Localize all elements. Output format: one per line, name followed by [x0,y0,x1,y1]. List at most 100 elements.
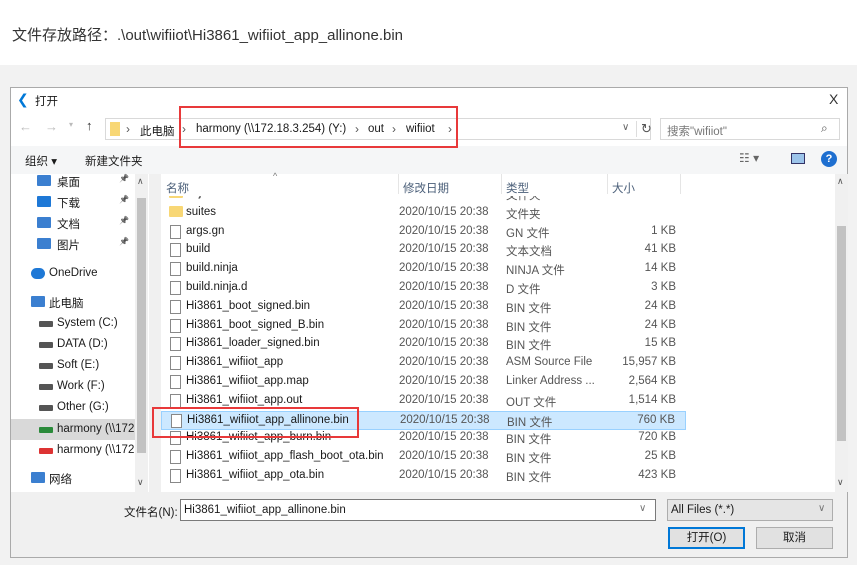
file-row[interactable]: Hi3861_loader_signed.bin 2020/10/15 20:38… [161,335,686,354]
sidebar-item-label: harmony (\\172 [57,444,135,456]
column-name[interactable]: 名称 [166,180,189,196]
sort-ascending-icon: ^ [273,171,278,181]
folder-icon [169,196,183,198]
refresh-icon[interactable]: ↻ [636,121,652,137]
file-row[interactable]: Hi3861_boot_signed.bin 2020/10/15 20:38 BI… [161,298,686,317]
filename-input[interactable]: Hi3861_wifiiot_app_allinone.bin ∨ [180,499,656,521]
column-date[interactable]: 修改日期 [398,174,449,195]
preview-pane-icon[interactable] [791,153,805,164]
file-size: 25 KB [644,450,676,463]
sidebar-item[interactable]: DATA (D:) [11,334,135,355]
sidebar-item[interactable]: 桌面 📌 [11,170,135,191]
scroll-up-icon[interactable]: ∧ [137,176,144,187]
file-name: Hi3861_wifiiot_app [186,356,284,369]
chevron-down-icon[interactable]: ∨ [639,503,646,514]
scroll-down-icon[interactable]: ∨ [837,477,844,488]
view-options-icon[interactable]: ☷ ▾ [739,151,759,165]
sidebar-item[interactable]: OneDrive [11,263,135,284]
sidebar-item[interactable]: 文档 📌 [11,212,135,233]
sidebar-item-label: 文档 [57,219,80,231]
file-date: 2020/10/15 20:38 [399,431,489,444]
file-row[interactable]: Hi3861_wifiiot_app_ota.bin 2020/10/15 20:… [161,467,686,486]
file-name: obj [186,196,201,199]
close-icon[interactable]: X [829,91,838,107]
file-row[interactable]: build.ninja.d 2020/10/15 20:38 D 文件 3 KB [161,279,686,298]
file-icon [170,393,181,408]
file-type: BIN 文件 [506,472,552,484]
network-drive-icon [39,427,53,433]
sidebar-item[interactable]: Work (F:) [11,376,135,397]
breadcrumb-this-pc[interactable]: 此电脑 [140,123,175,139]
organize-button[interactable]: 组织 ▾ [25,153,57,169]
file-name: Hi3861_wifiiot_app.out [186,393,303,406]
file-date: 2020/10/15 20:38 [399,356,489,369]
file-row[interactable]: obj 2020/10/15 20:38 文件夹 [161,196,686,204]
scroll-up-icon[interactable]: ∧ [837,176,844,187]
file-row[interactable]: args.gn 2020/10/15 20:38 GN 文件 1 KB [161,223,686,242]
file-date: 2020/10/15 20:38 [400,413,490,426]
file-name: build.ninja.d [186,281,248,293]
sidebar-item-label: OneDrive [49,267,98,279]
file-list: ^ 名称 修改日期 类型 大小 obj2020/10/15 20:38文件夹su… [161,171,836,492]
scroll-down-icon[interactable]: ∨ [137,477,144,488]
scrollbar-thumb[interactable] [837,226,846,441]
navigation-pane: 桌面 📌 下载 📌 文档 📌 图片 📌 OneDrive 此电脑 System (C:) DATA (… [11,174,149,492]
folder-icon [169,205,183,217]
drive-icon [39,321,53,327]
filename-label: 文件名(N): [124,507,178,519]
sidebar-scrollbar[interactable]: ∧ ∨ [135,174,148,492]
sidebar-item[interactable]: Soft (E:) [11,355,135,376]
file-name: Hi3861_wifiiot_app_flash_boot_ota.bin [186,450,384,463]
search-icon[interactable]: ⌕ [821,121,828,136]
column-type[interactable]: 类型 [501,174,529,195]
new-folder-button[interactable]: 新建文件夹 [85,153,143,169]
scrollbar-thumb[interactable] [137,198,146,453]
file-size: 2,564 KB [628,375,676,387]
sidebar-item[interactable]: 图片 📌 [11,233,135,254]
address-dropdown-icon[interactable]: ∨ [622,122,629,133]
pin-icon[interactable]: 📌 [119,237,129,246]
column-headers: ^ 名称 修改日期 类型 大小 [161,171,836,196]
sidebar-item-label: harmony (\\172 [57,423,135,435]
file-size: 760 KB [637,413,675,426]
sidebar-item[interactable]: 此电脑 [11,291,135,312]
open-button[interactable]: 打开(O) [668,527,745,549]
column-size[interactable]: 大小 [607,174,681,195]
help-icon[interactable]: ? [821,151,837,167]
file-icon [170,243,181,258]
sidebar-item[interactable]: Other (G:) [11,397,135,418]
sidebar-item[interactable]: 网络 [11,467,135,488]
file-row[interactable]: suites 2020/10/15 20:38 文件夹 [161,204,686,223]
file-list-scrollbar[interactable]: ∧ ∨ [835,174,848,492]
file-row[interactable]: Hi3861_boot_signed_B.bin 2020/10/15 20:38… [161,317,686,336]
back-icon[interactable]: ← [19,119,32,134]
file-row[interactable]: build.ninja 2020/10/15 20:38 NINJA 文件 14 KB [161,260,686,279]
pin-icon[interactable]: 📌 [119,216,129,225]
file-size: 3 KB [651,281,676,293]
pin-icon[interactable]: 📌 [119,195,129,204]
sidebar-item[interactable]: harmony (\\172 [11,419,135,440]
file-date: 2020/10/15 20:38 [399,469,489,481]
document-icon [37,217,51,228]
file-size: 15,957 KB [622,356,676,369]
file-type-select[interactable]: All Files (*.*) ∨ [667,499,833,521]
file-size: 15 KB [644,337,676,350]
sidebar-item[interactable]: System (C:) [11,313,135,334]
file-row[interactable]: build 2020/10/15 20:38 文本文档 41 KB [161,241,686,260]
file-row[interactable]: Hi3861_wifiiot_app_flash_boot_ota.bin 202… [161,448,686,467]
file-name: build [186,243,211,256]
file-row[interactable]: Hi3861_wifiiot_app.map 2020/10/15 20:38 Li… [161,373,686,392]
file-row[interactable]: Hi3861_wifiiot_app 2020/10/15 20:38 ASM So… [161,354,686,373]
file-name: Hi3861_wifiiot_app_ota.bin [186,469,325,481]
sidebar-item[interactable]: harmony (\\172 [11,440,135,461]
cancel-button[interactable]: 取消 [756,527,833,549]
sidebar-item[interactable]: 下载 📌 [11,191,135,212]
search-input[interactable]: 搜索"wifiiot" ⌕ [660,118,840,140]
pin-icon[interactable]: 📌 [119,174,129,183]
up-icon[interactable]: ↑ [86,118,93,133]
recent-chevron-icon[interactable]: ▾ [69,120,73,129]
sidebar-item-label: System (C:) [57,317,118,329]
file-type: OUT 文件 [506,396,557,409]
chevron-down-icon[interactable]: ∨ [818,503,825,514]
forward-icon[interactable]: → [45,119,58,134]
